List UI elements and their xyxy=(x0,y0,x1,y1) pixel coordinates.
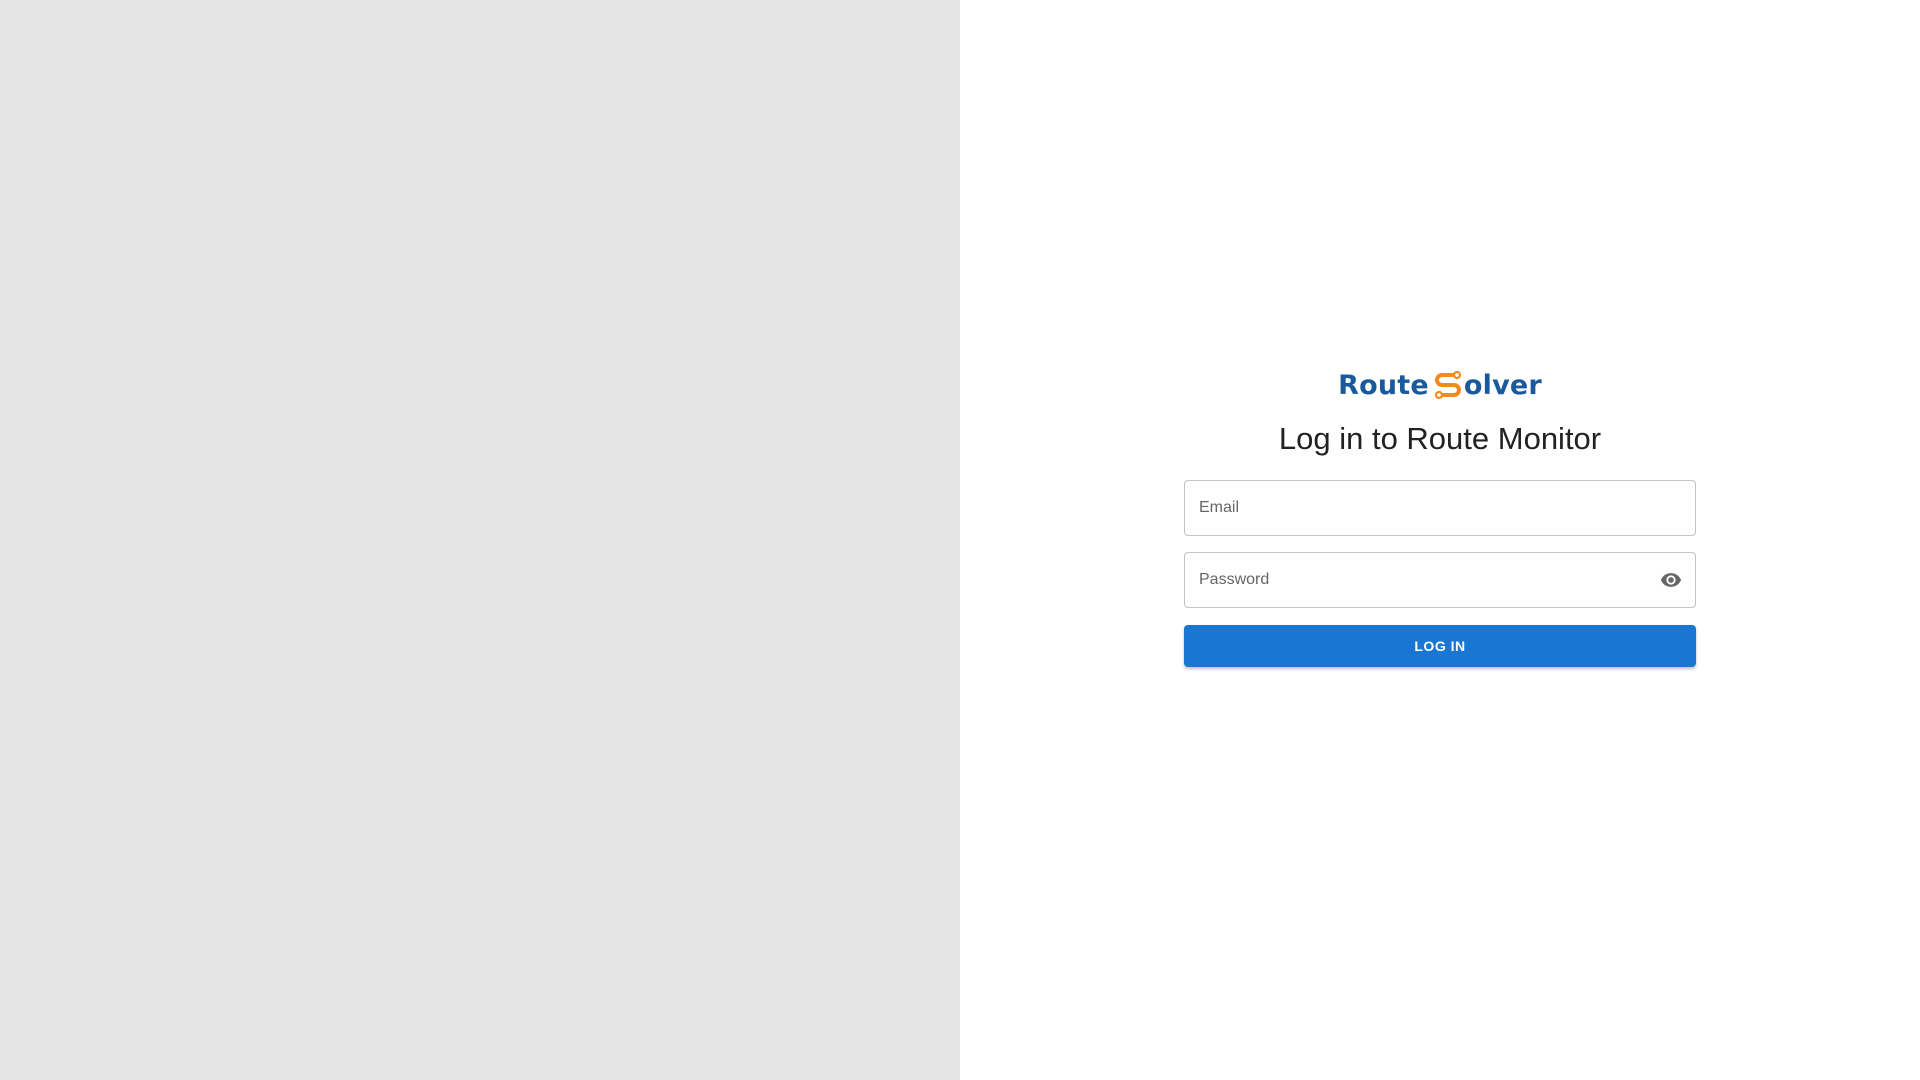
left-panel xyxy=(0,0,960,1080)
login-page: Route olver Log in to Route Monitor Emai… xyxy=(0,0,1920,1080)
login-box: Route olver Log in to Route Monitor Emai… xyxy=(1184,368,1696,667)
logo-text-olver: olver xyxy=(1463,369,1542,401)
page-title: Log in to Route Monitor xyxy=(1278,421,1602,456)
password-field[interactable] xyxy=(1199,553,1657,607)
email-field-container xyxy=(1184,480,1696,536)
right-panel: Route olver Log in to Route Monitor Emai… xyxy=(960,0,1920,1080)
eye-icon[interactable] xyxy=(1657,566,1685,594)
route-s-icon xyxy=(1433,370,1463,400)
email-field[interactable] xyxy=(1199,481,1681,535)
logo-text-route: Route xyxy=(1338,369,1429,401)
brand-logo: Route olver xyxy=(1338,368,1542,402)
password-field-container xyxy=(1184,552,1696,608)
login-button[interactable]: LOG IN xyxy=(1184,625,1696,667)
